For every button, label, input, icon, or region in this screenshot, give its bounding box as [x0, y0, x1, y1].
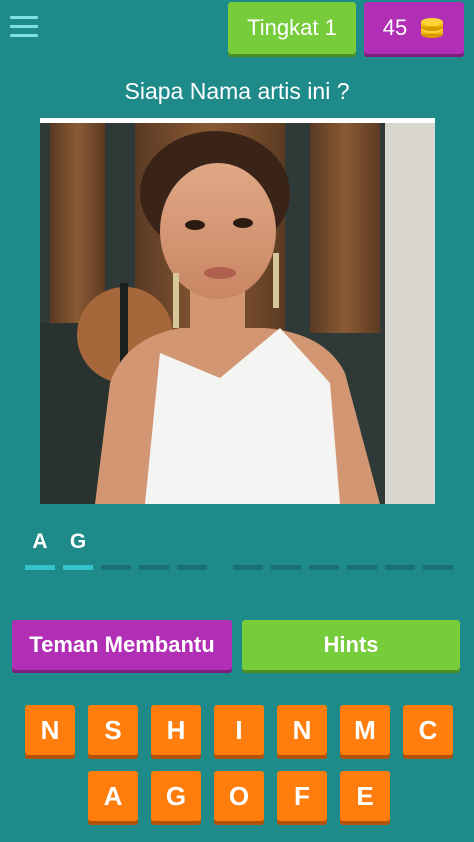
answer-slot[interactable]: A	[25, 530, 55, 570]
level-label: Tingkat 1	[247, 15, 337, 40]
answer-slot-underline	[385, 565, 415, 570]
letter-key[interactable]: I	[214, 705, 264, 755]
answer-slot-underline	[63, 565, 93, 570]
answer-slot-underline	[25, 565, 55, 570]
answer-slot[interactable]	[101, 530, 131, 570]
letter-key[interactable]: F	[277, 771, 327, 821]
coins-badge[interactable]: 45	[364, 2, 464, 54]
artist-photo-image	[40, 123, 435, 504]
answer-slot-underline	[233, 565, 263, 570]
letter-key[interactable]: O	[214, 771, 264, 821]
answer-slot[interactable]	[309, 530, 339, 570]
answer-slot-underline	[309, 565, 339, 570]
photo-frame	[40, 118, 435, 504]
answer-slot-underline	[271, 565, 301, 570]
artist-photo	[40, 123, 435, 504]
answer-slot[interactable]	[139, 530, 169, 570]
answer-slot[interactable]	[233, 530, 263, 570]
answer-slot-underline	[139, 565, 169, 570]
answer-slot[interactable]	[423, 530, 453, 570]
letter-key[interactable]: A	[88, 771, 138, 821]
answer-slot-letter: A	[32, 530, 48, 553]
letter-key[interactable]: H	[151, 705, 201, 755]
answer-slot[interactable]	[271, 530, 301, 570]
answer-slot-underline	[177, 565, 207, 570]
hints-label: Hints	[323, 632, 379, 657]
ask-friend-button[interactable]: Teman Membantu	[12, 620, 232, 670]
coin-stack-icon	[421, 18, 444, 38]
answer-slot-underline	[347, 565, 377, 570]
letter-key[interactable]: E	[340, 771, 390, 821]
letter-key[interactable]: C	[403, 705, 453, 755]
letter-key[interactable]: N	[25, 705, 75, 755]
ask-friend-label: Teman Membantu	[29, 632, 215, 657]
level-badge: Tingkat 1	[228, 2, 356, 54]
hamburger-menu-icon	[10, 16, 38, 19]
letter-key[interactable]: G	[151, 771, 201, 821]
letter-key[interactable]: S	[88, 705, 138, 755]
answer-slot[interactable]	[177, 530, 207, 570]
answer-slot[interactable]	[347, 530, 377, 570]
hints-button[interactable]: Hints	[242, 620, 460, 670]
coins-count: 45	[382, 15, 408, 40]
letter-key[interactable]: M	[340, 705, 390, 755]
letter-key[interactable]: N	[277, 705, 327, 755]
answer-slot-underline	[423, 565, 453, 570]
question-text: Siapa Nama artis ini ?	[124, 78, 350, 104]
answer-slot[interactable]: G	[63, 530, 93, 570]
menu-button[interactable]	[10, 14, 38, 38]
answer-slot[interactable]	[385, 530, 415, 570]
answer-slot-underline	[101, 565, 131, 570]
answer-slot-letter: G	[69, 530, 87, 553]
